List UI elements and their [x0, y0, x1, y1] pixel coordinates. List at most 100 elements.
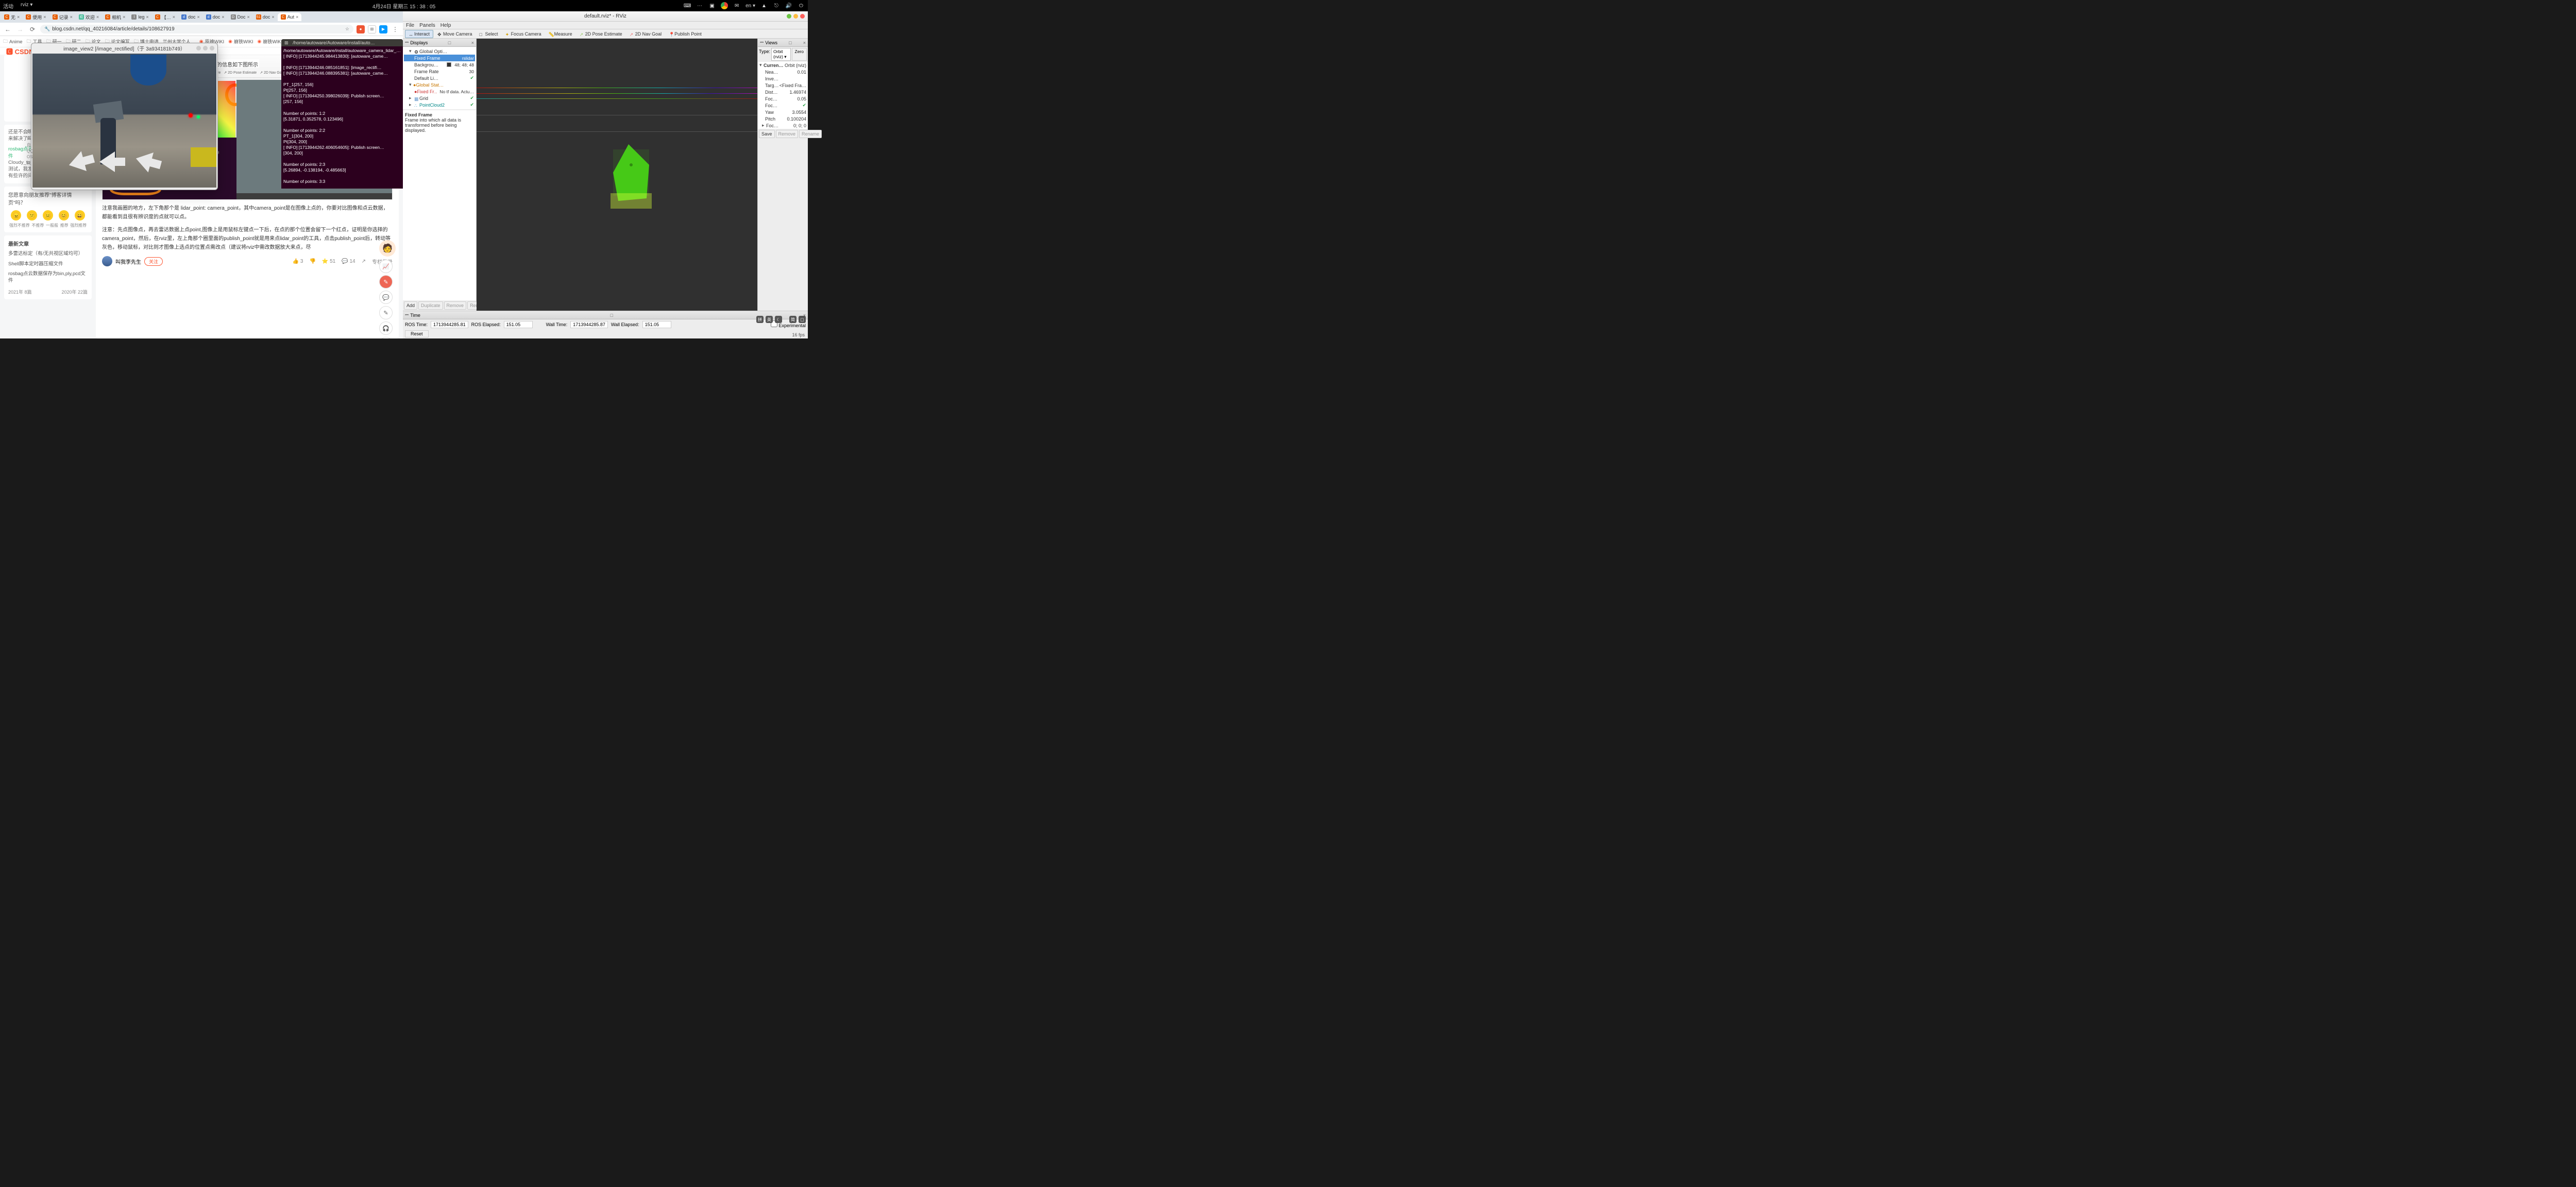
- network-icon[interactable]: ▲: [760, 2, 768, 9]
- close-icon[interactable]: ×: [70, 14, 73, 20]
- article-link[interactable]: rosbag点云数据保存为bin,ply,pcd文件: [8, 270, 88, 284]
- panel-titlebar[interactable]: ⎓ Views □ ×: [758, 39, 808, 47]
- ext-icon[interactable]: ⊞: [368, 25, 376, 33]
- panel-titlebar[interactable]: ⎓ Displays □ ×: [403, 39, 476, 47]
- address-bar[interactable]: 🔧 blog.csdn.net/qq_40216084/article/deta…: [40, 25, 353, 33]
- view-yaw[interactable]: Yaw3.0554: [758, 109, 808, 115]
- tool-2d-nav[interactable]: ↗2D Nav Goal: [626, 30, 665, 38]
- tool-2d-pose[interactable]: ↗2D Pose Estimate: [577, 30, 625, 38]
- tool-interact[interactable]: ↔Interact: [405, 30, 433, 38]
- author-name[interactable]: 叫我李先生: [115, 258, 141, 265]
- browser-tab[interactable]: C便用×: [23, 12, 49, 22]
- view-focal2[interactable]: Foc…✔: [758, 102, 808, 109]
- float-chart-icon[interactable]: 📈: [379, 260, 393, 273]
- panel-handle-icon[interactable]: ⎓: [405, 312, 409, 318]
- view-invert[interactable]: Inve…: [758, 75, 808, 82]
- tree-global-status[interactable]: ▾●Global Stat…: [404, 81, 475, 88]
- article-link[interactable]: 多雷达标定（有/无共视区域均可）: [8, 250, 88, 257]
- float-comment-icon[interactable]: 💬: [379, 291, 393, 304]
- tool-move-camera[interactable]: ✥Move Camera: [434, 30, 476, 38]
- tree-global-options[interactable]: ▾⚙Global Opti…: [404, 48, 475, 55]
- close-icon[interactable]: [210, 46, 214, 50]
- close-icon[interactable]: ×: [43, 14, 46, 20]
- displays-tree[interactable]: ▾⚙Global Opti… Fixed Framerslidar Backgr…: [403, 47, 476, 109]
- terminal-window[interactable]: ⊞ /home/autoware/Autoware/install/auto… …: [281, 39, 403, 189]
- browser-tab-active[interactable]: CAut×: [278, 13, 302, 21]
- like-count[interactable]: 👍 3: [293, 259, 303, 264]
- close-icon[interactable]: ×: [296, 14, 298, 20]
- bluetooth-icon[interactable]: ⎋: [773, 2, 780, 9]
- zero-button[interactable]: Zero: [792, 48, 807, 61]
- square-icon[interactable]: ▢: [799, 316, 806, 323]
- close-icon[interactable]: ×: [222, 14, 224, 20]
- star-icon[interactable]: ☆: [345, 26, 349, 32]
- grin-emoji-icon[interactable]: 😄: [75, 210, 85, 221]
- browser-tab[interactable]: 欢欢迎×: [76, 12, 102, 22]
- time-panel-titlebar[interactable]: ⎓ Time □ ×: [403, 311, 808, 319]
- maximize-icon[interactable]: [793, 14, 798, 19]
- dislike-button[interactable]: 👎: [309, 259, 315, 264]
- smile-emoji-icon[interactable]: 😊: [59, 210, 69, 221]
- archive-year[interactable]: 2021年 8篇: [8, 289, 32, 295]
- minimize-icon[interactable]: [787, 14, 791, 19]
- window-titlebar[interactable]: image_view2 [/image_rectified]（于 3a93418…: [31, 43, 217, 53]
- ime-en-icon[interactable]: 英: [766, 316, 773, 323]
- view-type-combo[interactable]: Orbit (rviz) ▾: [771, 48, 791, 61]
- close-icon[interactable]: ×: [173, 14, 175, 20]
- browser-tab[interactable]: ddoc×: [178, 13, 203, 21]
- close-icon[interactable]: ×: [247, 14, 250, 20]
- new-tab-icon[interactable]: ⊞: [284, 40, 289, 45]
- rviz-3d-view[interactable]: [477, 39, 757, 311]
- tool-publish-point[interactable]: 📍Publish Point: [666, 30, 705, 38]
- panel-undock-icon[interactable]: □: [448, 40, 451, 45]
- view-focal[interactable]: Foc…0.05: [758, 95, 808, 102]
- lang-indicator[interactable]: en ▾: [745, 3, 755, 9]
- moon-icon[interactable]: ☾: [775, 316, 782, 323]
- panel-close-icon[interactable]: ×: [471, 40, 474, 45]
- panel-undock-icon[interactable]: □: [611, 313, 613, 318]
- volume-icon[interactable]: 🔊: [785, 2, 792, 9]
- power-icon[interactable]: ⏻: [798, 2, 805, 9]
- bookmark-link[interactable]: ◉崩铁WIKI: [257, 38, 282, 45]
- add-display-button[interactable]: Add: [404, 301, 417, 310]
- keyboard-icon[interactable]: ⌨: [684, 2, 691, 9]
- app-menu-label[interactable]: rviz ▾: [21, 2, 32, 10]
- panel-handle-icon[interactable]: ⎓: [405, 40, 409, 45]
- tool-select[interactable]: □Select: [477, 30, 501, 38]
- csdn-logo[interactable]: 🅲 CSDN: [6, 46, 33, 56]
- tool-measure[interactable]: 📏Measure: [546, 30, 575, 38]
- menu-help[interactable]: Help: [440, 23, 451, 28]
- ime-pinyin-icon[interactable]: 拼: [756, 316, 764, 323]
- tree-default-light[interactable]: Default Li…✔: [404, 75, 475, 81]
- tree-fixed-frame-status[interactable]: ●Fixed Fr…No tf data. Actu…: [404, 88, 475, 95]
- views-properties[interactable]: ▾Curren…Orbit (rviz) Nea…0.01 Inve… Targ…: [758, 62, 808, 129]
- float-note-icon[interactable]: ✎: [379, 275, 393, 289]
- back-button[interactable]: ←: [3, 25, 12, 34]
- menu-panels[interactable]: Panels: [419, 23, 435, 28]
- neutral-emoji-icon[interactable]: 😐: [43, 210, 53, 221]
- close-icon[interactable]: ×: [17, 14, 20, 20]
- close-icon[interactable]: ×: [272, 14, 274, 20]
- panel-close-icon[interactable]: ×: [803, 40, 806, 45]
- film-icon[interactable]: ▣: [708, 2, 716, 9]
- fav-count[interactable]: ⭐ 51: [322, 259, 335, 264]
- view-target[interactable]: Targ…<Fixed Fra…: [758, 82, 808, 89]
- browser-tab[interactable]: C无×: [1, 12, 23, 22]
- tree-grid[interactable]: ▸▦Grid✔: [404, 95, 475, 101]
- reset-button[interactable]: Reset: [405, 330, 429, 337]
- bookmark-link[interactable]: ◉崩铁WIKI: [228, 38, 253, 45]
- image-view2-window[interactable]: image_view2 [/image_rectified]（于 3a93418…: [31, 43, 218, 190]
- angry-emoji-icon[interactable]: 😠: [11, 210, 21, 221]
- rviz-titlebar[interactable]: default.rviz* - RViz: [403, 11, 808, 22]
- close-icon[interactable]: [800, 14, 805, 19]
- tree-background[interactable]: Backgrou…48; 48; 48: [404, 61, 475, 68]
- share-button[interactable]: ↗: [362, 259, 366, 264]
- close-icon[interactable]: ×: [146, 14, 148, 20]
- comment-count[interactable]: 💬 14: [342, 259, 355, 264]
- view-pitch[interactable]: Pitch0.100204: [758, 115, 808, 122]
- browser-tab[interactable]: lleg×: [128, 13, 151, 21]
- float-edit-icon[interactable]: ✎: [379, 306, 393, 319]
- close-icon[interactable]: ×: [197, 14, 199, 20]
- browser-tab[interactable]: DDoc×: [228, 13, 253, 21]
- panel-undock-icon[interactable]: □: [789, 40, 791, 45]
